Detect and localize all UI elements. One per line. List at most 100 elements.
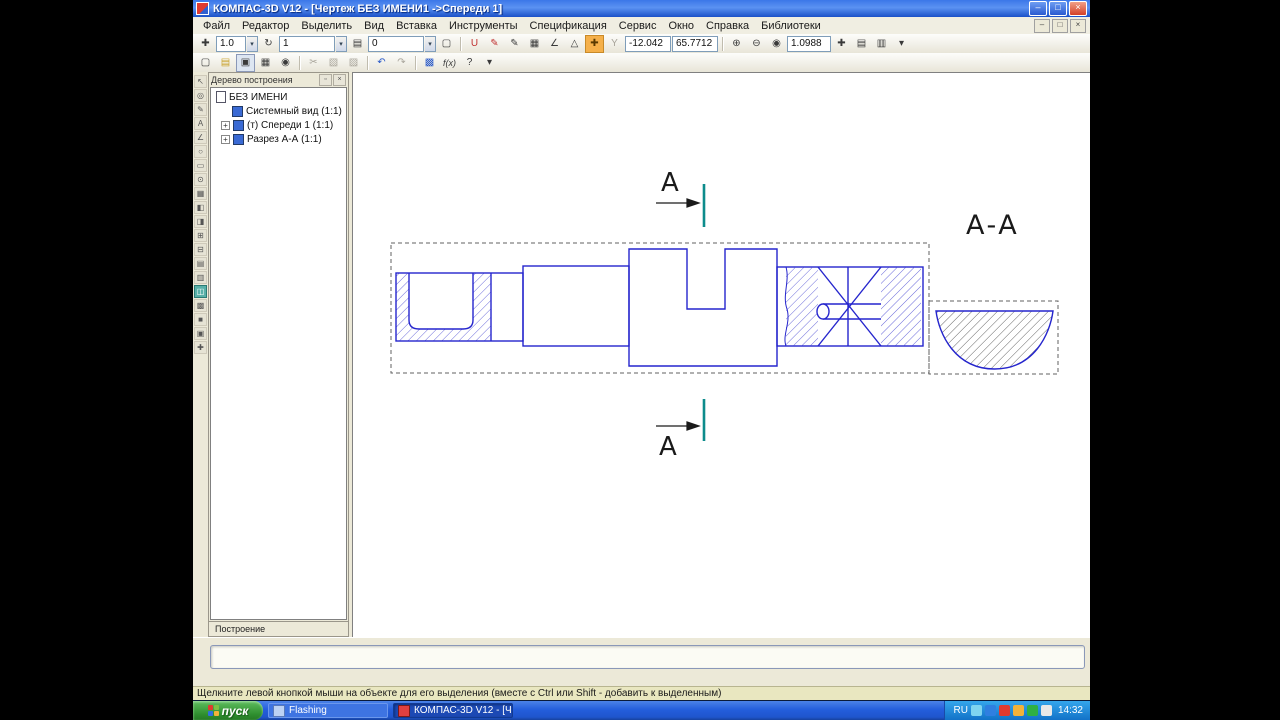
side-tool-button[interactable]: ▥ — [194, 271, 207, 284]
drawing-canvas[interactable]: А А А-А — [353, 73, 1091, 636]
measure-button[interactable]: △ — [565, 35, 584, 53]
zoom-scale-select[interactable]: 1.0 — [216, 36, 246, 52]
language-indicator[interactable]: RU — [954, 705, 968, 716]
side-tool-button[interactable]: ↖ — [194, 75, 207, 88]
context-help-button[interactable]: ? — [460, 54, 479, 72]
left-cavity[interactable] — [409, 273, 473, 329]
layers-button[interactable]: ▤ — [348, 35, 367, 53]
side-tool-button[interactable]: ⊞ — [194, 229, 207, 242]
zoom-out-button[interactable]: ⊖ — [747, 35, 766, 53]
tree-item-section-view[interactable]: + Разрез А-А (1:1) — [211, 132, 346, 146]
minimize-button[interactable]: – — [1029, 1, 1047, 16]
start-button[interactable]: пуск — [193, 701, 263, 720]
side-tool-button[interactable]: ▩ — [194, 299, 207, 312]
coord-mode-button[interactable]: Y — [605, 35, 624, 53]
side-tool-button[interactable]: A — [194, 117, 207, 130]
menu-item[interactable]: Библиотеки — [755, 19, 827, 33]
drawing-area[interactable]: А А А-А — [352, 72, 1090, 637]
edit-pencil-button[interactable]: ✎ — [505, 35, 524, 53]
side-tool-button[interactable]: ◨ — [194, 215, 207, 228]
side-tool-button[interactable]: ∠ — [194, 131, 207, 144]
section-line-a[interactable]: А А — [656, 168, 704, 462]
side-tool-button[interactable]: ✎ — [194, 103, 207, 116]
undo-button[interactable]: ↶ — [372, 54, 391, 72]
menu-item[interactable]: Выделить — [295, 19, 358, 33]
magnet-snap-button[interactable]: U — [465, 35, 484, 53]
mid-step-outline[interactable] — [523, 266, 629, 346]
toolbar-options-button[interactable]: ▾ — [892, 35, 911, 53]
expand-icon[interactable]: + — [221, 135, 230, 144]
paste-button[interactable]: ▨ — [344, 54, 363, 72]
zoom-in-button[interactable]: ⊕ — [727, 35, 746, 53]
snap-settings-button[interactable]: ✚ — [585, 35, 604, 53]
zoom-area-button[interactable]: ◉ — [767, 35, 786, 53]
side-tool-button[interactable]: ▭ — [194, 159, 207, 172]
menu-item[interactable]: Спецификация — [524, 19, 613, 33]
grid-button[interactable]: ▦ — [525, 35, 544, 53]
center-block-outline[interactable] — [629, 249, 777, 366]
side-tool-button[interactable]: ◧ — [194, 201, 207, 214]
sheet-button[interactable]: ▢ — [437, 35, 456, 53]
tree-item-front-view[interactable]: + (т) Спереди 1 (1:1) — [211, 118, 346, 132]
redo-button[interactable]: ↷ — [392, 54, 411, 72]
side-tool-button[interactable]: ◎ — [194, 89, 207, 102]
tree-item-system-view[interactable]: Системный вид (1:1) — [211, 104, 346, 118]
chevron-down-icon[interactable]: ▾ — [425, 36, 436, 52]
property-bar-field[interactable] — [210, 645, 1085, 669]
print-preview-button[interactable]: ◉ — [276, 54, 295, 72]
properties-button[interactable]: ▩ — [420, 54, 439, 72]
expand-icon[interactable]: + — [221, 121, 230, 130]
section-profile[interactable] — [936, 311, 1053, 369]
menu-item[interactable]: Инструменты — [443, 19, 524, 33]
toolbar-options-button[interactable]: ▾ — [480, 54, 499, 72]
menu-item[interactable]: Сервис — [613, 19, 663, 33]
taskbar-task-flashing[interactable]: Flashing — [268, 703, 388, 718]
close-button[interactable]: × — [1069, 1, 1087, 16]
side-tool-button[interactable]: ✚ — [194, 341, 207, 354]
show-page-button[interactable]: ▤ — [852, 35, 871, 53]
section-view-a-a[interactable]: А-А — [936, 210, 1053, 369]
side-tool-button[interactable]: ⊙ — [194, 173, 207, 186]
taskbar-task-kompas[interactable]: КОМПАС-3D V12 - [Ч... — [393, 703, 513, 718]
new-document-button[interactable]: ▢ — [196, 54, 215, 72]
menu-item[interactable]: Вставка — [390, 19, 443, 33]
tray-icon[interactable] — [985, 705, 996, 716]
current-view-select[interactable]: 1 — [279, 36, 335, 52]
save-button[interactable]: ▣ — [236, 54, 255, 72]
open-folder-icon[interactable]: ▤ — [216, 54, 235, 72]
menu-item[interactable]: Файл — [197, 19, 236, 33]
side-tool-button[interactable]: ◫ — [194, 285, 207, 298]
pencil-icon[interactable]: ✎ — [485, 35, 504, 53]
menu-item[interactable]: Окно — [662, 19, 700, 33]
tray-icon[interactable] — [1041, 705, 1052, 716]
side-tool-button[interactable]: ▦ — [194, 187, 207, 200]
print-button[interactable]: ▦ — [256, 54, 275, 72]
shaft-front-view[interactable] — [396, 249, 923, 366]
mdi-minimize-button[interactable]: – — [1034, 19, 1050, 33]
tray-icon[interactable] — [999, 705, 1010, 716]
tray-icon[interactable] — [1027, 705, 1038, 716]
tree-root-item[interactable]: БЕЗ ИМЕНИ — [211, 90, 346, 104]
local-csys-button[interactable]: ∠ — [545, 35, 564, 53]
move-view-button[interactable]: ✚ — [196, 35, 215, 53]
close-panel-button[interactable]: × — [333, 74, 346, 86]
mdi-close-button[interactable]: × — [1070, 19, 1086, 33]
show-all-button[interactable]: ▥ — [872, 35, 891, 53]
side-tool-button[interactable]: ▤ — [194, 257, 207, 270]
restore-button[interactable]: □ — [1049, 1, 1067, 16]
refresh-view-button[interactable]: ↻ — [259, 35, 278, 53]
chevron-down-icon[interactable]: ▾ — [247, 36, 258, 52]
coord-x-field[interactable]: -12.042 — [625, 36, 671, 52]
side-tool-button[interactable]: ○ — [194, 145, 207, 158]
chevron-down-icon[interactable]: ▾ — [336, 36, 347, 52]
pin-panel-button[interactable]: ▫ — [319, 74, 332, 86]
tray-icon[interactable] — [971, 705, 982, 716]
side-tool-button[interactable]: ■ — [194, 313, 207, 326]
side-tool-button[interactable]: ▣ — [194, 327, 207, 340]
pan-button[interactable]: ✚ — [832, 35, 851, 53]
cut-button[interactable]: ✂ — [304, 54, 323, 72]
variables-button[interactable]: f(x) — [440, 54, 459, 72]
tab-construction[interactable]: Построение — [209, 621, 348, 636]
menu-item[interactable]: Вид — [358, 19, 390, 33]
menu-item[interactable]: Справка — [700, 19, 755, 33]
